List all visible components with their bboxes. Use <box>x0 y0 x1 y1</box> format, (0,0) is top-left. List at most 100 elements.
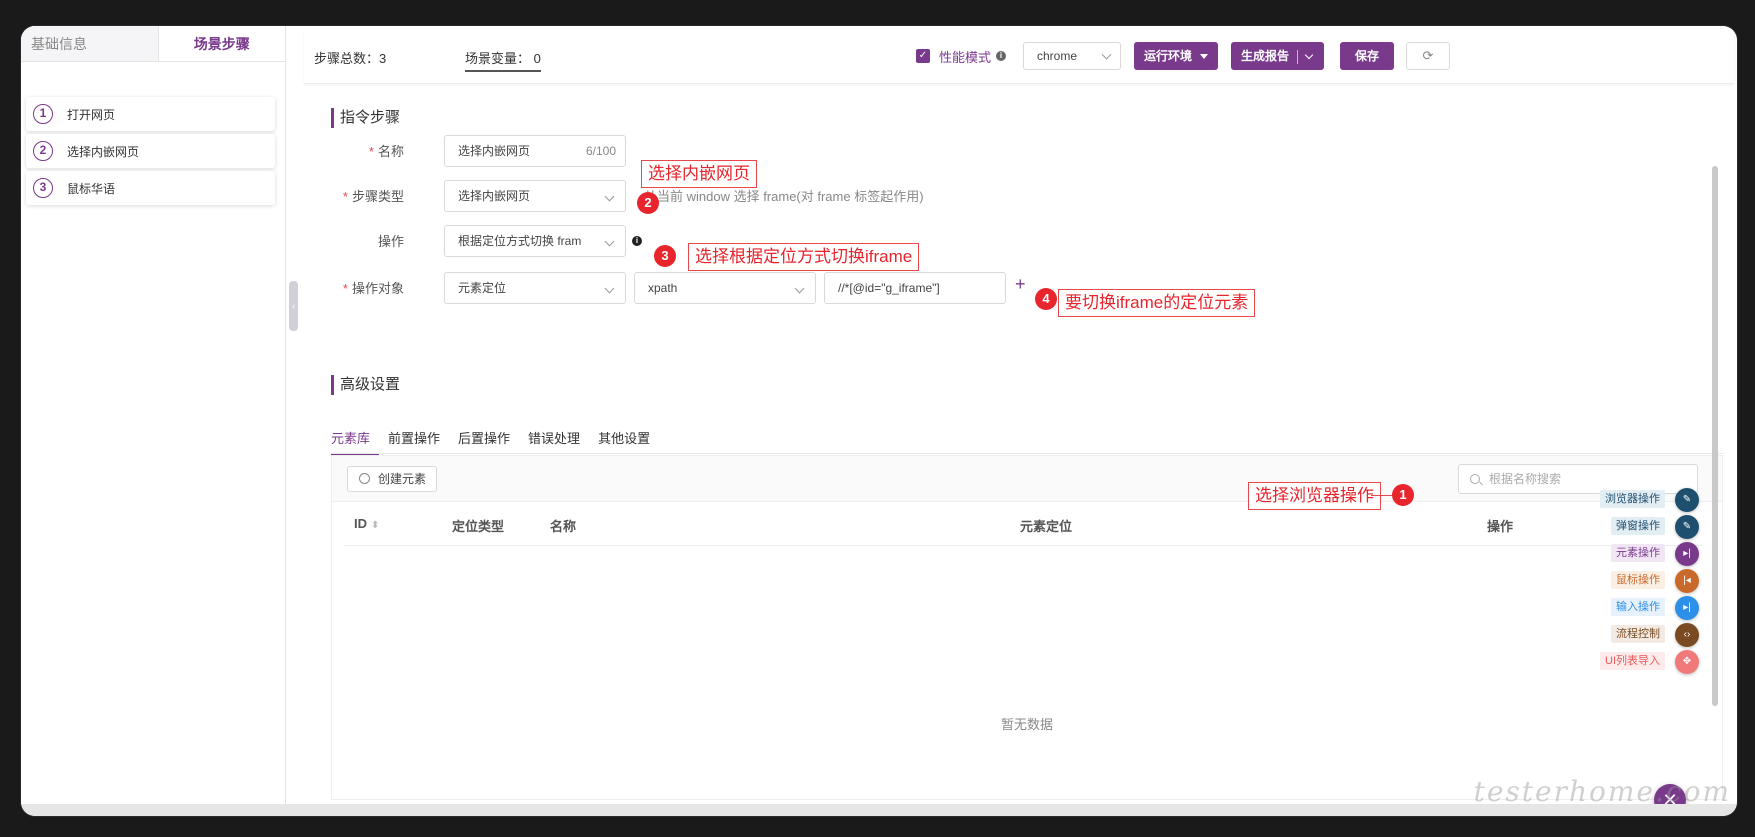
move-icon[interactable]: ✥ <box>1675 650 1699 674</box>
annotation-2-label: 选择内嵌网页 <box>641 160 757 188</box>
name-label: * 名称 <box>368 144 404 159</box>
annotation-1-marker: 1 <box>1392 484 1414 506</box>
tab-scene-steps[interactable]: 场景步骤 <box>159 26 286 61</box>
target-label: * 操作对象 <box>342 281 404 296</box>
advanced-title: 高级设置 <box>331 375 400 395</box>
fab-menu-label[interactable]: 鼠标操作 <box>1611 571 1665 589</box>
add-icon[interactable]: + <box>1015 274 1026 295</box>
code-icon[interactable]: ‹› <box>1675 623 1699 647</box>
step-item[interactable]: 1 打开网页 <box>26 97 275 131</box>
step-label: 打开网页 <box>67 107 116 122</box>
pencil-icon[interactable]: ✎ <box>1675 515 1699 539</box>
create-element-button[interactable]: 创建元素 <box>347 466 438 492</box>
step-item[interactable]: 2 选择内嵌网页 <box>26 134 275 168</box>
fab-menu-item[interactable]: 弹窗操作 ✎ <box>1499 515 1699 539</box>
fab-menu-item[interactable]: UI列表导入 ✥ <box>1499 650 1699 674</box>
tab-other-settings[interactable]: 其他设置 <box>589 424 659 456</box>
annotation-4-label: 要切换iframe的定位元素 <box>1058 289 1256 317</box>
locator-value-input[interactable]: //*[@id="g_iframe"] <box>824 272 1006 304</box>
search-icon <box>1470 474 1480 484</box>
target-type-select[interactable]: 元素定位 <box>444 272 626 304</box>
tab-error-handling[interactable]: 错误处理 <box>519 424 589 456</box>
annotation-1-connector <box>1371 495 1393 496</box>
fab-menu-label[interactable]: 弹窗操作 <box>1611 517 1665 535</box>
search-placeholder: 根据名称搜索 <box>1489 472 1562 486</box>
chevron-down-icon <box>794 283 805 294</box>
sort-icon: ⬍ <box>371 520 380 531</box>
annotation-4-marker: 4 <box>1035 288 1057 310</box>
gen-report-label: 生成报告 <box>1241 49 1290 63</box>
step-item[interactable]: 3 鼠标华语 <box>26 171 275 205</box>
tab-pre-actions[interactable]: 前置操作 <box>379 424 449 456</box>
locator-type-value: xpath <box>648 281 678 295</box>
empty-state: 暂无数据 <box>1000 717 1053 732</box>
step-type-value: 选择内嵌网页 <box>458 189 531 203</box>
step-number: 3 <box>33 178 53 198</box>
run-env-button[interactable]: 运行环境 <box>1134 42 1219 70</box>
run-env-label: 运行环境 <box>1144 49 1193 63</box>
step-type-label: * 步骤类型 <box>342 189 404 204</box>
gen-report-button[interactable]: 生成报告 <box>1231 42 1325 70</box>
locator-type-select[interactable]: xpath <box>634 272 816 304</box>
steps-total: 步骤总数：3 <box>314 51 387 66</box>
step-list: 1 打开网页 2 选择内嵌网页 3 鼠标华语 <box>21 97 285 205</box>
fab-menu-label[interactable]: 元素操作 <box>1611 544 1665 562</box>
name-char-counter: 6/100 <box>585 144 616 158</box>
info-icon[interactable]: i <box>632 236 642 246</box>
locator-value: //*[@id="g_iframe"] <box>838 281 940 295</box>
annotation-1-label: 选择浏览器操作 <box>1248 482 1381 510</box>
fab-menu-label[interactable]: 输入操作 <box>1611 598 1665 616</box>
tab-element-library[interactable]: 元素库 <box>331 424 380 456</box>
tab-post-actions[interactable]: 后置操作 <box>449 424 519 456</box>
fab-menu-item[interactable]: 浏览器操作 ✎ <box>1499 488 1699 512</box>
save-button[interactable]: 保存 <box>1340 42 1395 70</box>
step-type-select[interactable]: 选择内嵌网页 <box>444 180 626 212</box>
fab-menu-item[interactable]: 输入操作 ▸| <box>1499 596 1699 620</box>
caret-down-icon <box>1200 54 1209 60</box>
plus-circle-icon <box>359 473 370 484</box>
create-element-label: 创建元素 <box>378 472 427 486</box>
refresh-button[interactable]: ⟳ <box>1406 42 1450 70</box>
operation-value: 根据定位方式切换 fram <box>458 234 582 248</box>
sidebar-tabs: 基础信息 场景步骤 <box>21 26 285 62</box>
perf-mode-checkbox[interactable]: ✓ <box>916 49 930 63</box>
step-label: 鼠标华语 <box>67 181 116 196</box>
perf-mode-label: 性能模式 <box>939 50 992 65</box>
skip-next-icon[interactable]: ▸| <box>1675 596 1699 620</box>
col-id[interactable]: ID ⬍ <box>354 516 379 531</box>
chevron-down-icon <box>1101 49 1112 60</box>
col-name: 名称 <box>550 519 577 534</box>
sidebar-collapse-handle[interactable]: ‹ <box>289 281 298 331</box>
skip-prev-icon[interactable]: |◂ <box>1675 569 1699 593</box>
chevron-down-icon <box>604 283 615 294</box>
fab-menu-label[interactable]: UI列表导入 <box>1600 652 1665 670</box>
refresh-icon: ⟳ <box>1422 48 1434 63</box>
pencil-icon[interactable]: ✎ <box>1675 488 1699 512</box>
annotation-3-label: 选择根据定位方式切换iframe <box>688 243 920 271</box>
browser-select[interactable]: chrome <box>1023 42 1121 70</box>
tab-basic-info[interactable]: 基础信息 <box>21 26 159 61</box>
advanced-tabs: 元素库 前置操作 后置操作 错误处理 其他设置 <box>331 424 659 456</box>
scrollbar[interactable] <box>1712 166 1718 706</box>
step-number: 2 <box>33 141 53 161</box>
scene-variables-link[interactable]: 场景变量： 0 <box>465 48 541 72</box>
watermark: testerhome.com <box>1473 775 1731 808</box>
fab-menu-item[interactable]: 流程控制 ‹› <box>1499 623 1699 647</box>
instruction-title: 指令步骤 <box>331 108 400 128</box>
operation-select[interactable]: 根据定位方式切换 fram <box>444 225 626 257</box>
col-locate-type: 定位类型 <box>452 519 505 534</box>
fab-menu-item[interactable]: 鼠标操作 |◂ <box>1499 569 1699 593</box>
skip-next-icon[interactable]: ▸| <box>1675 542 1699 566</box>
fab-menu-label[interactable]: 流程控制 <box>1611 625 1665 643</box>
step-number: 1 <box>33 104 53 124</box>
fab-menu-label[interactable]: 浏览器操作 <box>1600 490 1665 508</box>
name-input[interactable]: 选择内嵌网页 6/100 <box>444 135 626 167</box>
app-window: 基础信息 场景步骤 1 打开网页 2 选择内嵌网页 3 鼠标华语 ‹ 步骤总数：… <box>21 26 1737 816</box>
button-divider <box>1297 49 1299 64</box>
browser-select-value: chrome <box>1037 49 1078 63</box>
col-locator: 元素定位 <box>1020 519 1073 534</box>
chevron-down-icon[interactable] <box>1304 51 1314 60</box>
fab-menu-item[interactable]: 元素操作 ▸| <box>1499 542 1699 566</box>
info-icon[interactable]: i <box>996 51 1006 61</box>
main-content: 指令步骤 * 名称 选择内嵌网页 6/100 * 步骤类型 选择内嵌网页 从当前 w… <box>304 84 1724 816</box>
